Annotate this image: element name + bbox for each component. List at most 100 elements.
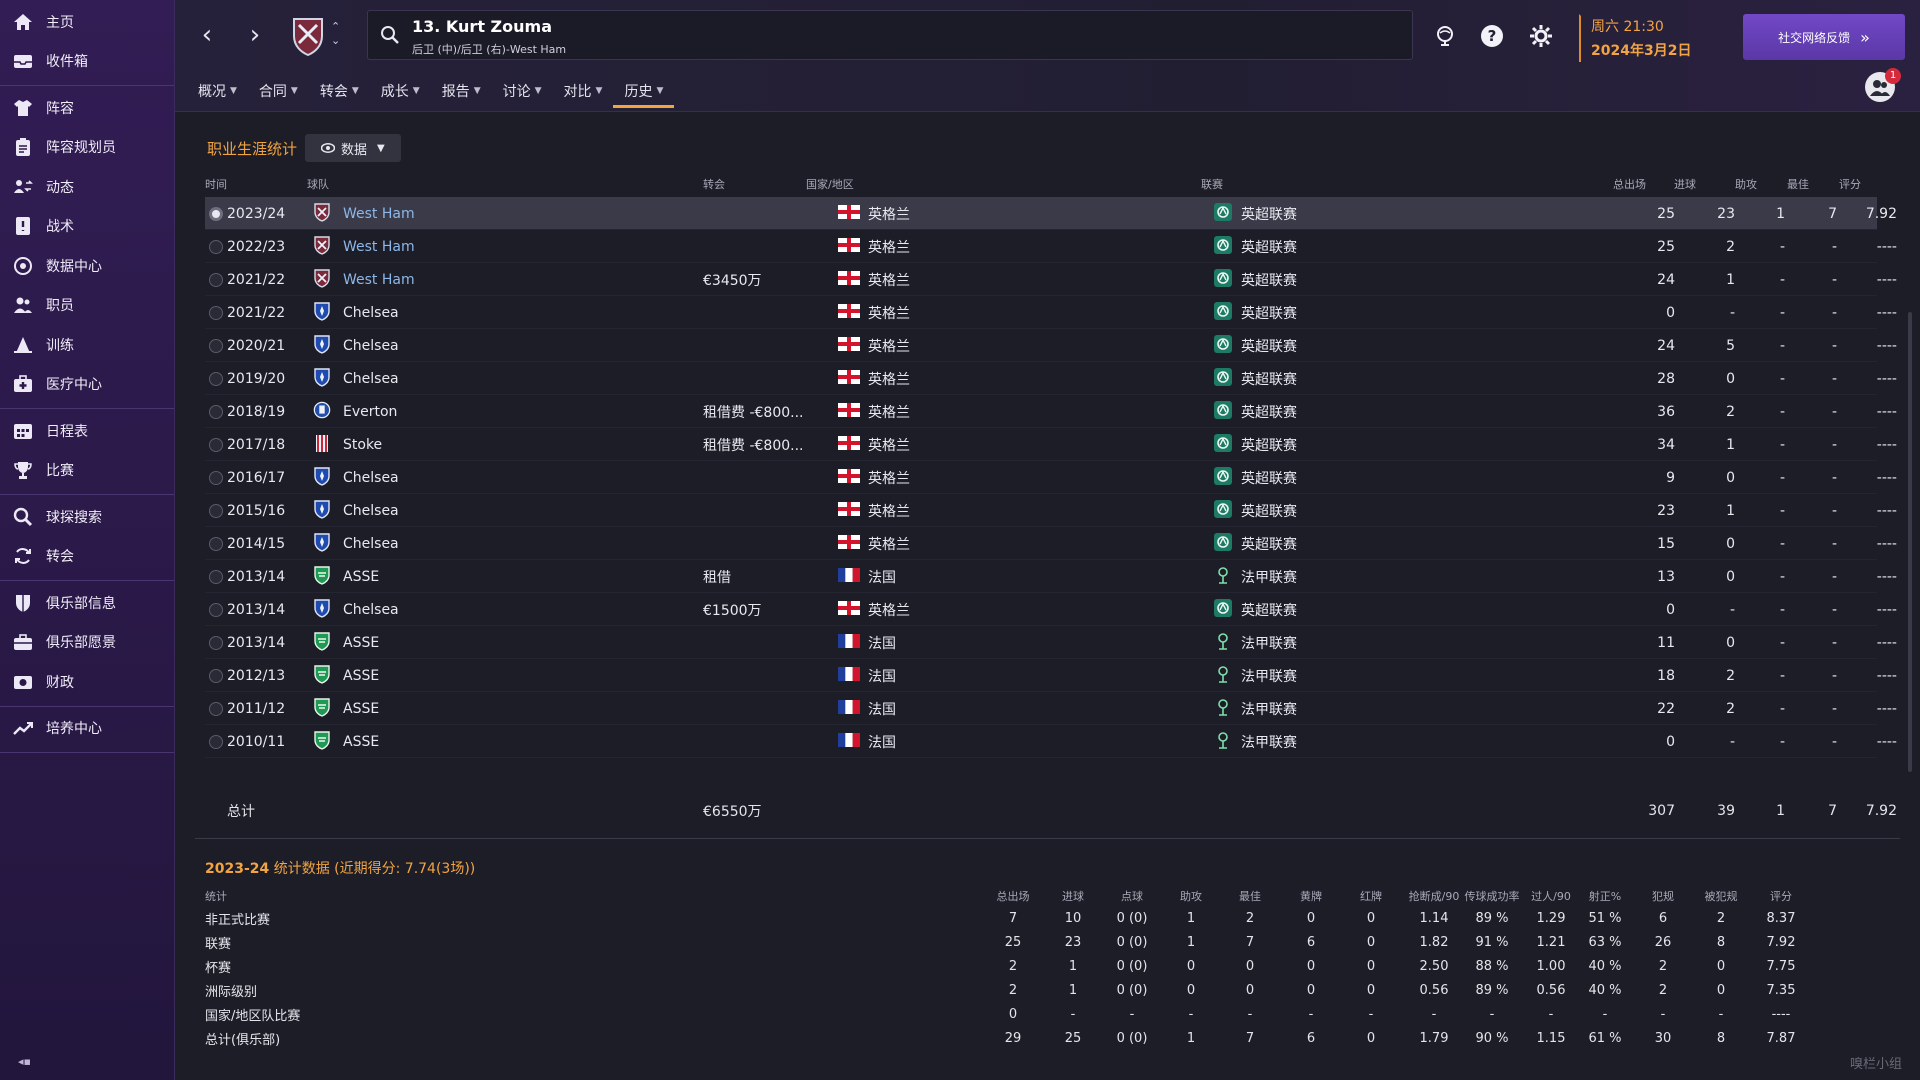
table-row[interactable]: 2013/14 ASSE 法国 法甲联赛 11 0- - ----	[205, 626, 1897, 659]
stats-col-header[interactable]: 黄牌	[1281, 884, 1341, 908]
team-name[interactable]: Stoke	[343, 437, 382, 453]
team-name[interactable]: ASSE	[343, 734, 379, 750]
nation-cell[interactable]: 法国	[838, 725, 896, 758]
row-select-radio[interactable]	[209, 395, 223, 428]
league-cell[interactable]: 法甲联赛	[1213, 692, 1297, 725]
table-row[interactable]: 2018/19 Everton 租借费 -€800... 英格兰 英超联赛 36 2- - --…	[205, 395, 1897, 428]
team-cell[interactable]: Chelsea	[313, 461, 399, 494]
row-select-radio[interactable]	[209, 725, 223, 758]
stats-col-header[interactable]: 红牌	[1341, 884, 1401, 908]
data-view-dropdown[interactable]: 数据 ▼	[305, 134, 401, 162]
table-row[interactable]: 2021/22 West Ham €3450万 英格兰 英超联赛 24 1- - ----	[205, 263, 1897, 296]
table-row[interactable]: 2012/13 ASSE 法国 法甲联赛 18 2- - ----	[205, 659, 1897, 692]
row-select-radio[interactable]	[209, 692, 223, 725]
settings-gear-icon[interactable]	[1527, 22, 1555, 50]
col-header-apps[interactable]: 总出场	[1613, 176, 1646, 192]
social-feedback-button[interactable]: 社交网络反馈 »	[1743, 14, 1905, 60]
team-cell[interactable]: Chelsea	[313, 296, 399, 329]
nation-cell[interactable]: 英格兰	[838, 428, 910, 461]
sidebar-item-club-shield[interactable]: 俱乐部信息	[0, 583, 174, 623]
league-cell[interactable]: 法甲联赛	[1213, 659, 1297, 692]
sidebar-item-medical[interactable]: 医疗中心	[0, 365, 174, 405]
row-select-radio[interactable]	[209, 659, 223, 692]
nation-cell[interactable]: 法国	[838, 626, 896, 659]
sidebar-item-dynamics[interactable]: 动态	[0, 167, 174, 207]
tab-1[interactable]: 合同 ▼	[248, 76, 309, 106]
table-row[interactable]: 2015/16 Chelsea 英格兰 英超联赛 23 1- - ----	[205, 494, 1897, 527]
west-ham-crest-icon[interactable]	[291, 16, 325, 56]
table-row[interactable]: 2019/20 Chelsea 英格兰 英超联赛 28 0- - ----	[205, 362, 1897, 395]
sidebar-item-shirt[interactable]: 阵容	[0, 88, 174, 128]
sidebar-item-tactics[interactable]: 战术	[0, 207, 174, 247]
team-cell[interactable]: Chelsea	[313, 362, 399, 395]
team-cell[interactable]: ASSE	[313, 692, 379, 725]
col-header-assists[interactable]: 助攻	[1735, 176, 1757, 192]
team-name[interactable]: Everton	[343, 404, 397, 420]
stats-col-header[interactable]: 进球	[1043, 884, 1103, 908]
crest-switch-arrows-icon[interactable]: ⌃ ⌄	[331, 20, 340, 48]
game-date-box[interactable]: 周六 21:30 2024年3月2日	[1579, 14, 1729, 62]
career-scrollbar[interactable]	[1908, 312, 1912, 772]
nation-cell[interactable]: 英格兰	[838, 527, 910, 560]
team-name[interactable]: ASSE	[343, 701, 379, 717]
league-cell[interactable]: 英超联赛	[1213, 230, 1297, 263]
team-cell[interactable]: Chelsea	[313, 329, 399, 362]
league-cell[interactable]: 英超联赛	[1213, 428, 1297, 461]
team-cell[interactable]: ASSE	[313, 659, 379, 692]
table-row[interactable]: 2013/14 Chelsea €1500万 英格兰 英超联赛 0- - - ----	[205, 593, 1897, 626]
trophy-globe-icon[interactable]	[1431, 22, 1459, 50]
stats-col-header[interactable]: 点球	[1102, 884, 1162, 908]
tab-5[interactable]: 讨论 ▼	[492, 76, 553, 106]
team-cell[interactable]: ASSE	[313, 725, 379, 758]
nation-cell[interactable]: 英格兰	[838, 461, 910, 494]
row-select-radio[interactable]	[209, 329, 223, 362]
sidebar-item-home[interactable]: 主页	[0, 2, 174, 42]
team-name[interactable]: Chelsea	[343, 305, 399, 321]
col-header-rating[interactable]: 评分	[1839, 176, 1861, 192]
stats-col-header[interactable]: 总出场	[983, 884, 1043, 908]
team-name[interactable]: ASSE	[343, 668, 379, 684]
team-name[interactable]: Chelsea	[343, 470, 399, 486]
stats-col-header[interactable]: 射正%	[1575, 884, 1635, 908]
tab-2[interactable]: 转会 ▼	[309, 76, 370, 106]
sidebar-item-trophy[interactable]: 比赛	[0, 451, 174, 491]
sidebar-item-clipboard[interactable]: 阵容规划员	[0, 128, 174, 168]
team-cell[interactable]: ASSE	[313, 560, 379, 593]
nation-cell[interactable]: 法国	[838, 560, 896, 593]
league-cell[interactable]: 法甲联赛	[1213, 560, 1297, 593]
team-name[interactable]: Chelsea	[343, 602, 399, 618]
sidebar-item-scout-search[interactable]: 球探搜索	[0, 497, 174, 537]
team-cell[interactable]: Everton	[313, 395, 397, 428]
nation-cell[interactable]: 英格兰	[838, 494, 910, 527]
row-select-radio[interactable]	[209, 230, 223, 263]
league-cell[interactable]: 英超联赛	[1213, 329, 1297, 362]
nation-cell[interactable]: 英格兰	[838, 395, 910, 428]
table-row[interactable]: 2021/22 Chelsea 英格兰 英超联赛 0- - - ----	[205, 296, 1897, 329]
tab-0[interactable]: 概况 ▼	[187, 76, 248, 106]
row-select-radio[interactable]	[209, 362, 223, 395]
team-name[interactable]: West Ham	[343, 239, 415, 255]
team-cell[interactable]: Chelsea	[313, 494, 399, 527]
row-select-radio[interactable]	[209, 560, 223, 593]
sidebar-item-staff[interactable]: 职员	[0, 286, 174, 326]
nation-cell[interactable]: 英格兰	[838, 263, 910, 296]
col-header-transfer[interactable]: 转会	[703, 176, 725, 192]
team-cell[interactable]: Stoke	[313, 428, 382, 461]
col-header-season[interactable]: 时间	[205, 176, 227, 192]
row-select-radio[interactable]	[209, 263, 223, 296]
col-header-league[interactable]: 联赛	[1201, 176, 1223, 192]
league-cell[interactable]: 英超联赛	[1213, 362, 1297, 395]
sidebar-item-calendar[interactable]: 日程表	[0, 411, 174, 451]
team-name[interactable]: ASSE	[343, 569, 379, 585]
table-row[interactable]: 2010/11 ASSE 法国 法甲联赛 0- - - ----	[205, 725, 1897, 758]
sidebar-item-transfer[interactable]: 转会	[0, 537, 174, 577]
sidebar-item-training[interactable]: 训练	[0, 325, 174, 365]
team-name[interactable]: Chelsea	[343, 371, 399, 387]
sidebar-item-briefcase[interactable]: 俱乐部愿景	[0, 623, 174, 663]
col-header-goals[interactable]: 进球	[1674, 176, 1696, 192]
tab-4[interactable]: 报告 ▼	[431, 76, 492, 106]
nation-cell[interactable]: 英格兰	[838, 362, 910, 395]
tab-6[interactable]: 对比 ▼	[553, 76, 614, 106]
table-row[interactable]: 2020/21 Chelsea 英格兰 英超联赛 24 5- - ----	[205, 329, 1897, 362]
nation-cell[interactable]: 英格兰	[838, 197, 910, 230]
